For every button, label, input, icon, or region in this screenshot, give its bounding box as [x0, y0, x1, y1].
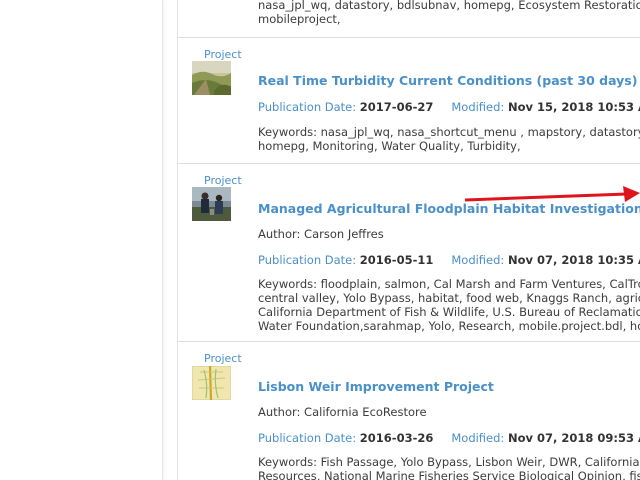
search-results-list: nasa_jpl_wq, datastory, bdlsubnav, homep…	[177, 0, 640, 480]
result-type-label: Project	[204, 174, 242, 187]
result-item-partial: nasa_jpl_wq, datastory, bdlsubnav, homep…	[178, 0, 640, 36]
result-dates: Publication Date: 2016-05-11 Modified: No…	[258, 253, 640, 267]
annotation-arrow-icon	[465, 186, 640, 202]
result-thumbnail[interactable]	[192, 61, 231, 95]
result-keywords: Keywords: floodplain, salmon, Cal Marsh …	[258, 277, 640, 333]
result-item[interactable]: Project Real Time Turbidity Current Cond…	[178, 37, 640, 164]
page: nasa_jpl_wq, datastory, bdlsubnav, homep…	[0, 0, 640, 480]
result-item[interactable]: Project Lisbon Weir Improvement Project …	[178, 341, 640, 480]
result-thumbnail[interactable]	[192, 187, 231, 221]
result-thumbnail[interactable]	[192, 366, 231, 400]
result-author: Author: Carson Jeffres	[258, 227, 384, 241]
result-dates: Publication Date: 2017-06-27 Modified: No…	[258, 100, 640, 114]
landscape-photo-icon	[192, 61, 231, 95]
result-keywords: Keywords: nasa_jpl_wq, nasa_shortcut_men…	[258, 125, 640, 153]
left-sidebar	[0, 0, 163, 480]
result-type-label: Project	[204, 48, 242, 61]
result-type-label: Project	[204, 352, 242, 365]
result-title-link[interactable]: Real Time Turbidity Current Conditions (…	[258, 73, 637, 88]
result-dates: Publication Date: 2016-03-26 Modified: No…	[258, 431, 640, 445]
result-title-link[interactable]: Lisbon Weir Improvement Project	[258, 379, 494, 394]
map-thumbnail-icon	[192, 366, 231, 400]
result-author: Author: California EcoRestore	[258, 405, 427, 419]
people-in-field-photo-icon	[192, 187, 231, 221]
result-keywords: Keywords: Fish Passage, Yolo Bypass, Lis…	[258, 455, 640, 480]
result-keywords: nasa_jpl_wq, datastory, bdlsubnav, homep…	[258, 0, 640, 26]
